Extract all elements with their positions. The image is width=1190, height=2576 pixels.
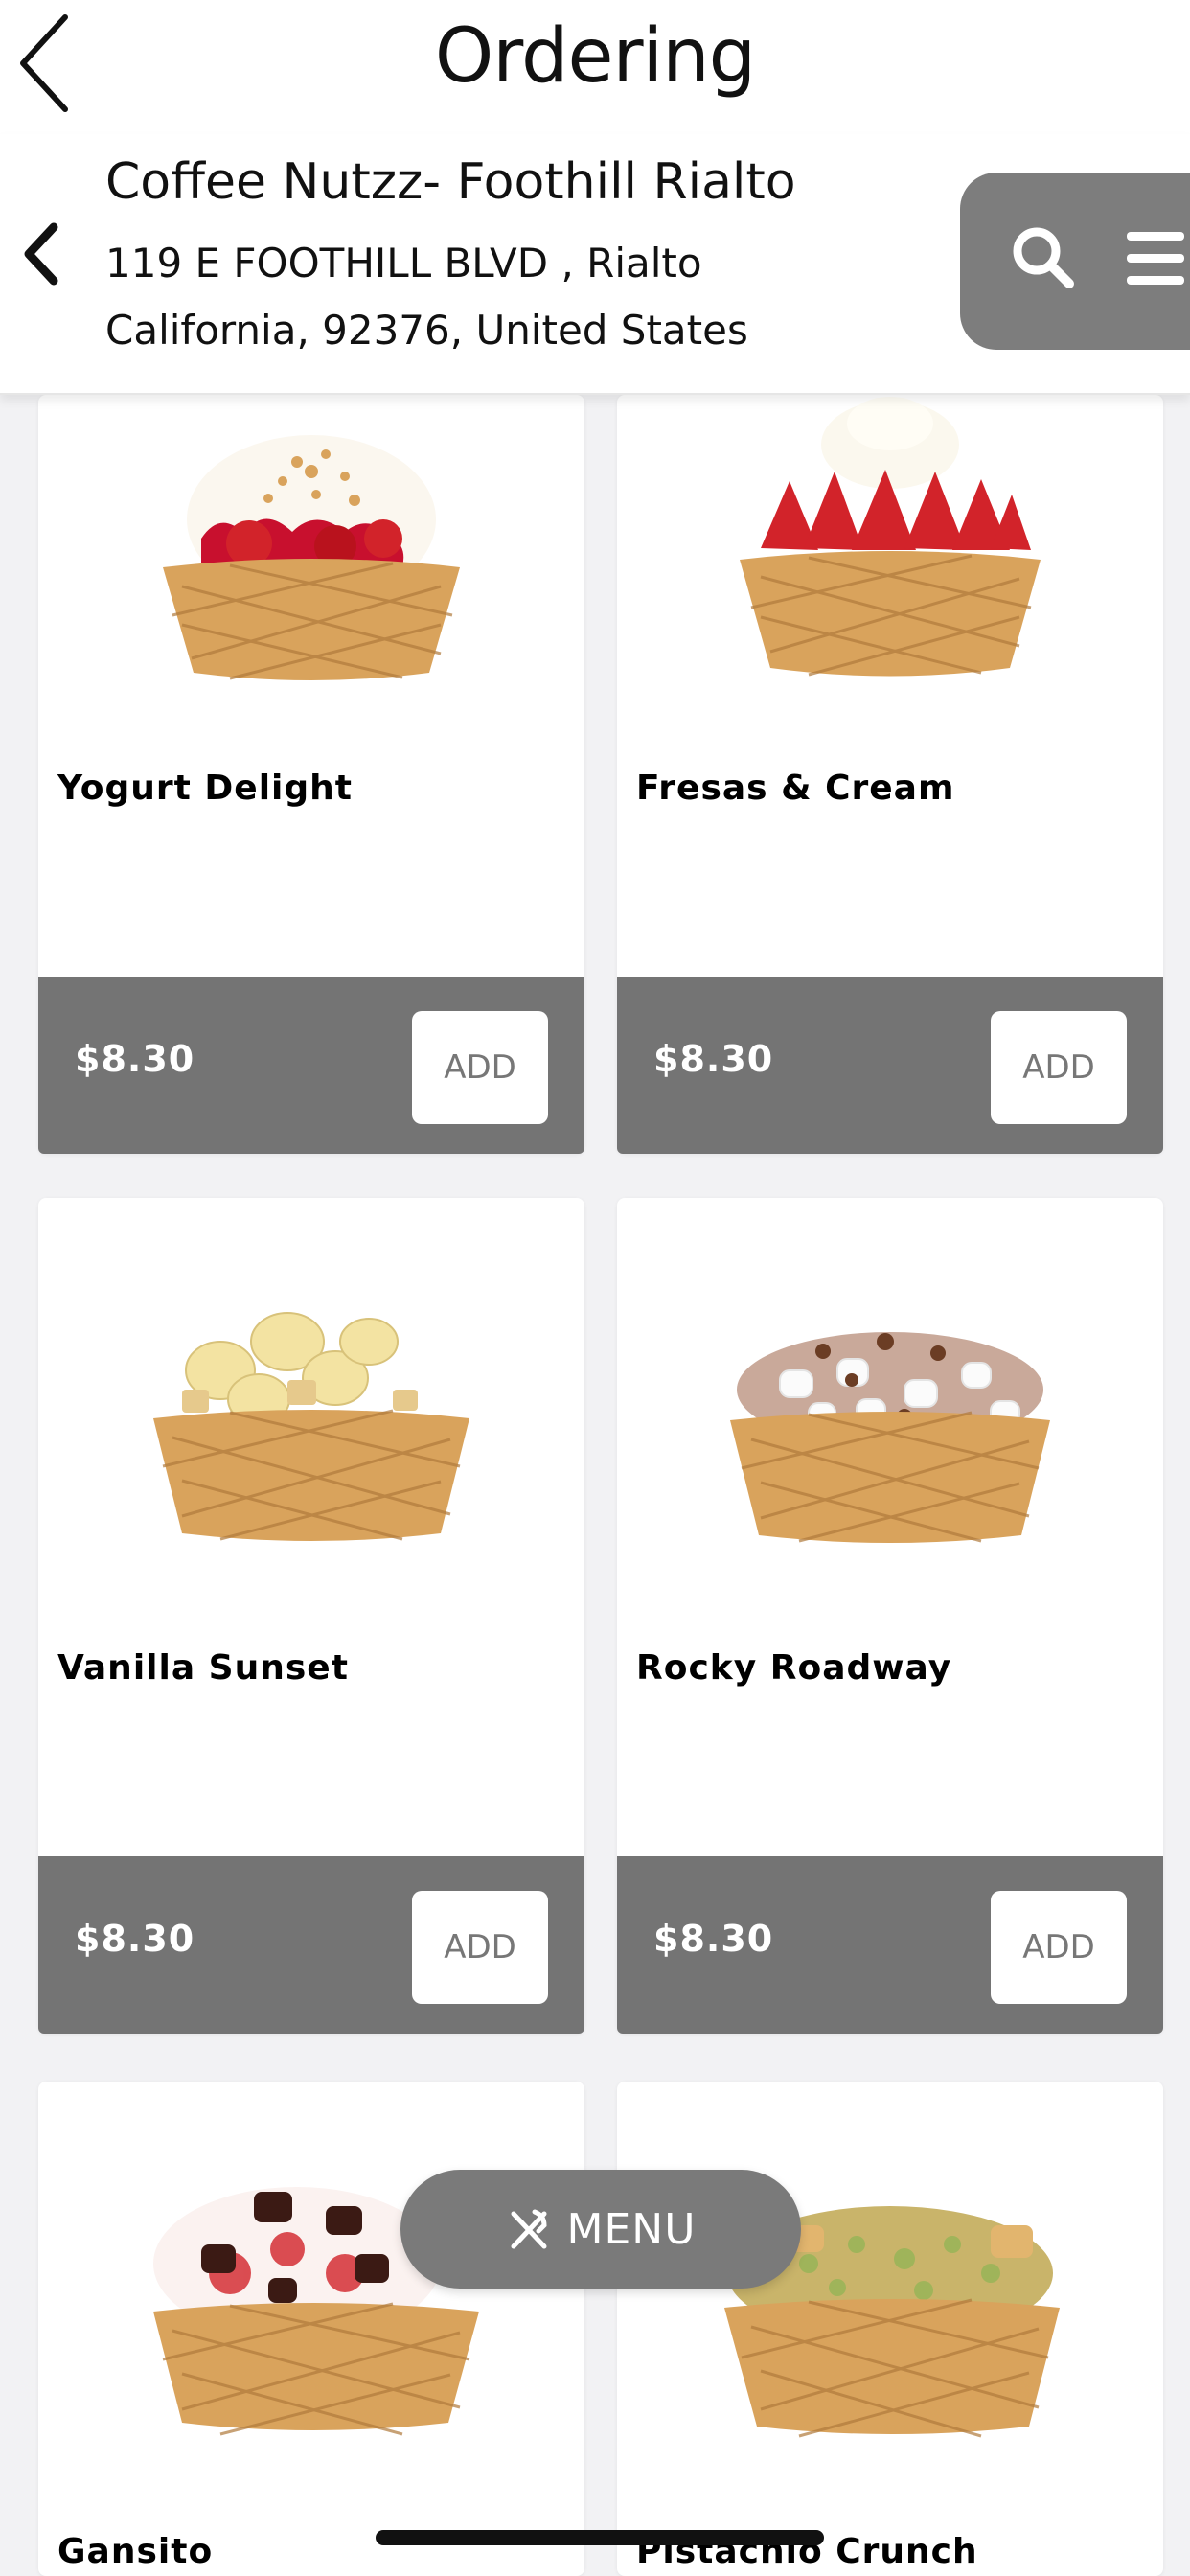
store-address-line2: California, 92376, United States	[105, 307, 748, 354]
menu-button[interactable]: MENU	[400, 2170, 801, 2288]
product-image-fresas-cream	[617, 395, 1163, 711]
add-button[interactable]: ADD	[991, 1891, 1127, 2004]
home-indicator	[376, 2530, 824, 2545]
add-button[interactable]: ADD	[991, 1011, 1127, 1124]
hamburger-menu-button[interactable]	[1121, 228, 1188, 289]
product-image-vanilla-sunset	[38, 1198, 584, 1572]
product-name: Vanilla Sunset	[57, 1648, 349, 1688]
product-footer: $8.30 ADD	[617, 977, 1163, 1154]
product-name: Rocky Roadway	[636, 1648, 952, 1688]
chevron-left-icon	[24, 222, 58, 286]
product-card-vanilla-sunset[interactable]: Vanilla Sunset $8.30 ADD	[38, 1198, 584, 2034]
store-name: Coffee Nutzz- Foothill Rialto	[105, 153, 796, 211]
product-price: $8.30	[653, 1038, 774, 1080]
utensils-icon	[511, 2209, 547, 2249]
product-card-fresas-cream[interactable]: Fresas & Cream $8.30 ADD	[617, 395, 1163, 1154]
add-button[interactable]: ADD	[412, 1011, 548, 1124]
product-price: $8.30	[653, 1918, 774, 1960]
product-footer: $8.30 ADD	[38, 1856, 584, 2034]
store-back-button[interactable]	[17, 216, 65, 292]
product-card-pistachio-crunch[interactable]: Pistachio Crunch	[617, 2082, 1163, 2576]
product-card-gansito[interactable]: Gansito	[38, 2082, 584, 2576]
product-footer: $8.30 ADD	[38, 977, 584, 1154]
product-image-yogurt-delight	[38, 395, 584, 711]
search-button[interactable]	[1006, 220, 1083, 297]
page-title: Ordering	[434, 13, 756, 100]
product-footer: $8.30 ADD	[617, 1856, 1163, 2034]
search-icon	[1013, 227, 1074, 288]
product-price: $8.30	[75, 1918, 195, 1960]
product-card-yogurt-delight[interactable]: Yogurt Delight $8.30 ADD	[38, 395, 584, 1154]
add-button[interactable]: ADD	[412, 1891, 548, 2004]
product-price: $8.30	[75, 1038, 195, 1080]
product-name: Yogurt Delight	[57, 769, 353, 808]
product-image-rocky-roadway	[617, 1198, 1163, 1572]
product-name: Gansito	[57, 2532, 214, 2571]
product-card-rocky-roadway[interactable]: Rocky Roadway $8.30 ADD	[617, 1198, 1163, 2034]
top-bar: Ordering	[0, 0, 1190, 134]
store-header: Coffee Nutzz- Foothill Rialto 119 E FOOT…	[0, 134, 1190, 395]
action-pill	[960, 172, 1190, 350]
menu-button-label: MENU	[566, 2204, 697, 2254]
store-address-line1: 119 E FOOTHILL BLVD , Rialto	[105, 240, 702, 287]
hamburger-icon	[1127, 232, 1184, 285]
product-name: Fresas & Cream	[636, 769, 955, 808]
